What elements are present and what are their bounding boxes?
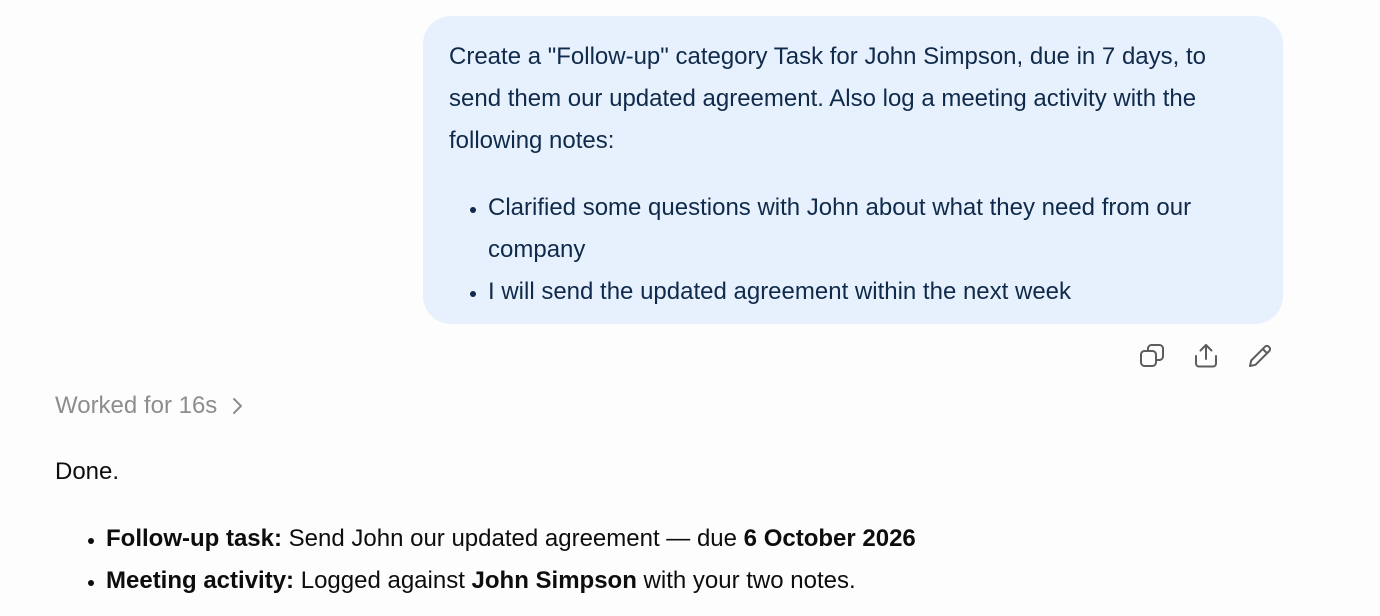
message-actions bbox=[1136, 340, 1276, 372]
assistant-message: Done. Follow-up task: Send John our upda… bbox=[55, 452, 1255, 602]
worked-for-label: Worked for 16s bbox=[55, 392, 218, 419]
bullet-emphasis: 6 October 2026 bbox=[743, 525, 916, 552]
user-message-bubble: Create a "Follow-up" category Task for J… bbox=[423, 16, 1283, 324]
user-bullet: I will send the updated agreement within… bbox=[488, 271, 1257, 313]
user-bullet: Clarified some questions with John about… bbox=[488, 187, 1257, 271]
share-icon bbox=[1195, 344, 1217, 368]
user-message-text: Create a "Follow-up" category Task for J… bbox=[449, 43, 1206, 154]
chat-page: Create a "Follow-up" category Task for J… bbox=[0, 0, 1380, 616]
copy-button[interactable] bbox=[1136, 340, 1168, 372]
edit-icon bbox=[1249, 344, 1272, 367]
chevron-right-icon bbox=[233, 398, 243, 414]
assistant-bullet: Follow-up task: Send John our updated ag… bbox=[106, 518, 1255, 560]
share-button[interactable] bbox=[1190, 340, 1222, 372]
assistant-intro: Done. bbox=[55, 458, 120, 485]
worked-for-toggle[interactable]: Worked for 16s bbox=[55, 392, 245, 420]
assistant-bullet: Meeting activity: Logged against John Si… bbox=[106, 560, 1255, 602]
edit-button[interactable] bbox=[1244, 340, 1276, 372]
assistant-bullets: Follow-up task: Send John our updated ag… bbox=[55, 518, 1255, 602]
bullet-emphasis: John Simpson bbox=[471, 567, 637, 594]
user-message-bullets: Clarified some questions with John about… bbox=[449, 187, 1257, 313]
bullet-label: Meeting activity: bbox=[106, 567, 295, 594]
bullet-label: Follow-up task: bbox=[106, 525, 282, 552]
copy-icon bbox=[1140, 344, 1164, 367]
bullet-text: Logged against bbox=[294, 567, 472, 594]
bullet-tail: with your two notes. bbox=[636, 567, 856, 594]
bullet-text: Send John our updated agreement — due bbox=[282, 525, 744, 552]
